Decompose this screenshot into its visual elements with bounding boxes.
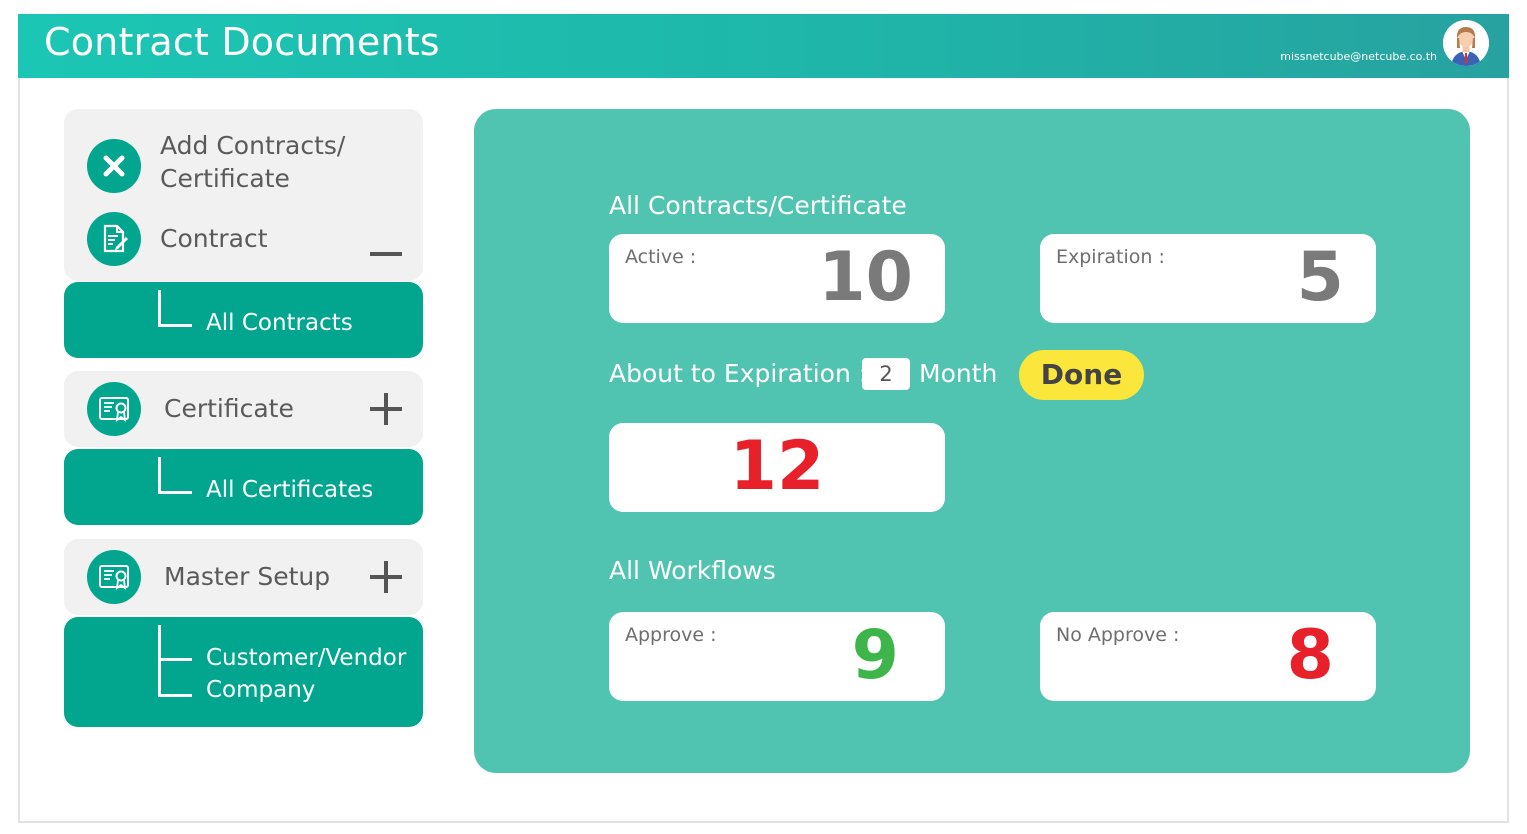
about-to-expire-card[interactable]: 12 [609, 423, 945, 512]
expiration-card[interactable]: Expiration : 5 [1040, 234, 1376, 323]
customer-vendor-line2: Company [206, 677, 316, 703]
expand-certificate-button[interactable] [369, 392, 403, 426]
user-email: missnetcube@netcube.co.th [1280, 50, 1437, 63]
customer-vendor-label: Customer/Vendor Company [206, 642, 406, 706]
all-contracts-title: All Contracts/Certificate [609, 191, 907, 220]
user-avatar-icon [1443, 20, 1489, 66]
app-header: Contract Documents missnetcube@netcube.c… [18, 14, 1509, 78]
approve-label: Approve : [625, 624, 717, 646]
workflows-title: All Workflows [609, 556, 776, 585]
no-approve-card[interactable]: No Approve : 8 [1040, 612, 1376, 701]
about-to-expire-label: About to Expiration : [609, 359, 868, 388]
no-approve-label: No Approve : [1056, 624, 1180, 646]
expiration-value: 5 [1296, 238, 1344, 317]
tree-connector [158, 625, 192, 697]
month-unit-label: Month [919, 359, 998, 388]
plus-icon [370, 393, 402, 425]
sidebar-item-customer-vendor[interactable]: Customer/Vendor Company [64, 617, 423, 727]
all-certificates-label: All Certificates [206, 477, 374, 503]
all-contracts-label: All Contracts [206, 310, 353, 336]
about-to-expire-value: 12 [729, 427, 825, 506]
minus-icon [370, 252, 402, 256]
certificate-icon [99, 397, 129, 422]
certificate-icon-circle [87, 382, 141, 436]
document-edit-icon [103, 224, 128, 253]
collapse-contract-button[interactable] [369, 237, 403, 271]
sidebar-item-master-setup[interactable]: Master Setup [164, 560, 330, 593]
no-approve-value: 8 [1286, 616, 1334, 695]
tree-connector [158, 290, 192, 327]
add-label-line2: Certificate [160, 164, 290, 193]
months-input[interactable] [862, 358, 910, 390]
contract-icon-circle [87, 212, 141, 266]
sidebar-item-all-certificates[interactable]: All Certificates [64, 449, 423, 525]
sidebar-item-add-contracts[interactable]: Add Contracts/ Certificate [160, 129, 345, 195]
approve-value: 9 [851, 616, 899, 695]
sidebar-item-contract[interactable]: Contract [160, 222, 268, 255]
sidebar-item-certificate[interactable]: Certificate [164, 392, 294, 425]
tree-branch [158, 658, 192, 661]
done-button[interactable]: Done [1019, 350, 1144, 400]
sidebar-group-contract: Add Contracts/ Certificate Contract [64, 109, 423, 281]
tree-connector [158, 457, 192, 494]
approve-card[interactable]: Approve : 9 [609, 612, 945, 701]
sidebar-group-master-setup: Master Setup [64, 539, 423, 615]
plus-icon [370, 561, 402, 593]
add-label-line1: Add Contracts/ [160, 131, 346, 160]
active-label: Active : [625, 246, 697, 268]
expiration-label: Expiration : [1056, 246, 1165, 268]
sidebar-group-certificate: Certificate [64, 371, 423, 447]
active-value: 10 [818, 238, 913, 317]
sidebar-item-all-contracts[interactable]: All Contracts [64, 282, 423, 358]
page-title: Contract Documents [44, 20, 440, 64]
close-icon [103, 155, 125, 177]
expand-master-setup-button[interactable] [369, 560, 403, 594]
active-card[interactable]: Active : 10 [609, 234, 945, 323]
master-setup-icon-circle [87, 550, 141, 604]
add-contract-button[interactable] [87, 139, 141, 193]
avatar[interactable] [1443, 20, 1489, 66]
customer-vendor-line1: Customer/Vendor [206, 645, 407, 671]
certificate-icon [99, 565, 129, 590]
